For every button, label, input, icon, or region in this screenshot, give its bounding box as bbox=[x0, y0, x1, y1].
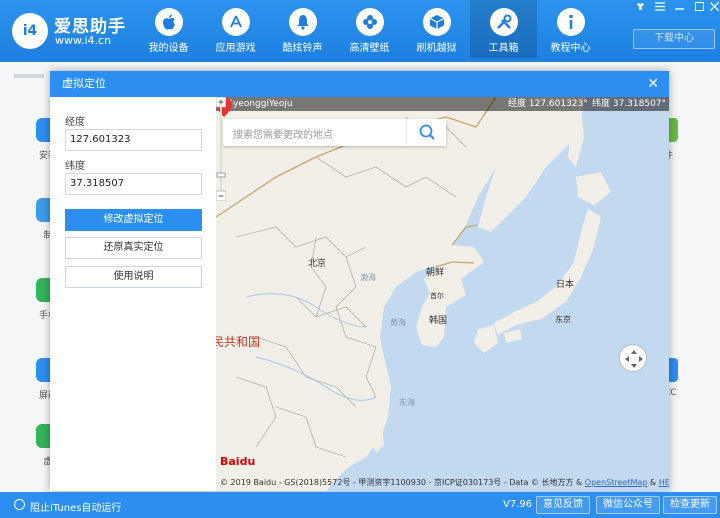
map-label-east-sea: 东海 bbox=[399, 398, 415, 407]
nav-ringtones[interactable]: 酷炫铃声 bbox=[269, 0, 336, 58]
nav-apps[interactable]: 应用游戏 bbox=[202, 0, 269, 58]
itunes-block-toggle[interactable] bbox=[14, 499, 25, 510]
wechat-button[interactable]: 微信公众号 bbox=[596, 496, 660, 514]
search-icon[interactable] bbox=[406, 119, 446, 146]
itunes-block-label[interactable]: 阻止iTunes自动运行 bbox=[30, 499, 121, 514]
map-search-box[interactable]: 搜索您需要更改的地点 bbox=[223, 119, 446, 146]
map-pan-control[interactable] bbox=[619, 344, 647, 372]
box-icon bbox=[422, 8, 451, 36]
dialog-title: 虚拟定位 bbox=[62, 77, 106, 90]
here-link[interactable]: HERE bbox=[659, 478, 669, 487]
close-window-icon[interactable] bbox=[709, 1, 720, 14]
blurred-device-name bbox=[14, 74, 44, 78]
location-panel: 经度 127.601323 纬度 37.318507 修改虚拟定位 还原真实定位… bbox=[50, 97, 216, 491]
restore-location-button[interactable]: 还原真实定位 bbox=[65, 237, 202, 259]
map-label-south-korea: 韩国 bbox=[429, 316, 448, 326]
close-icon[interactable]: ✕ bbox=[647, 71, 659, 97]
longitude-field[interactable]: 127.601323 bbox=[65, 129, 202, 151]
main-nav: 我的设备 应用游戏 酷炫铃声 高清壁纸 刷机越狱 工具箱 教程中心 bbox=[135, 0, 604, 62]
nav-label: 应用游戏 bbox=[215, 43, 256, 54]
map-view[interactable]: GyeonggiYeoju 经度 127.601323° 纬度 37.31850… bbox=[216, 97, 669, 491]
nav-wallpapers[interactable]: 高清壁纸 bbox=[336, 0, 403, 58]
tools-icon bbox=[489, 8, 518, 36]
openstreetmap-link[interactable]: OpenStreetMap bbox=[585, 478, 648, 487]
nav-flash-jailbreak[interactable]: 刷机越狱 bbox=[403, 0, 470, 58]
minimize-icon[interactable] bbox=[675, 2, 684, 14]
nav-tutorials[interactable]: 教程中心 bbox=[537, 0, 604, 58]
latitude-field[interactable]: 37.318507 bbox=[65, 173, 202, 195]
version-label: V7.96 bbox=[503, 499, 533, 510]
flower-icon bbox=[355, 8, 384, 36]
check-update-button[interactable]: 检查更新 bbox=[663, 496, 717, 514]
nav-label: 高清壁纸 bbox=[349, 43, 390, 54]
latitude-label: 纬度 bbox=[65, 161, 85, 172]
brand-url: www.i4.cn bbox=[55, 34, 112, 47]
skin-icon[interactable] bbox=[636, 2, 645, 14]
longitude-label: 经度 bbox=[65, 117, 85, 128]
nav-toolbox[interactable]: 工具箱 bbox=[470, 0, 537, 58]
map-label-china: 民共和国 bbox=[216, 335, 261, 349]
help-button[interactable]: 使用说明 bbox=[65, 266, 202, 288]
nav-label: 工具箱 bbox=[488, 43, 519, 54]
zoom-slider[interactable] bbox=[216, 97, 226, 201]
app-store-icon bbox=[221, 8, 250, 36]
search-placeholder: 搜索您需要更改的地点 bbox=[233, 130, 333, 141]
longitude-readout: 经度 127.601323° bbox=[508, 99, 588, 109]
nav-label: 酷炫铃声 bbox=[282, 43, 323, 54]
location-name: GyeonggiYeoju bbox=[226, 99, 293, 109]
status-bar: 阻止iTunes自动运行 V7.96 意见反馈 微信公众号 检查更新 bbox=[0, 492, 720, 518]
info-icon bbox=[556, 8, 585, 36]
virtual-location-dialog: 虚拟定位 ✕ 经度 127.601323 纬度 37.318507 修改虚拟定位… bbox=[50, 71, 669, 491]
modify-location-button[interactable]: 修改虚拟定位 bbox=[65, 209, 202, 231]
coordinate-readout-bar: GyeonggiYeoju 经度 127.601323° 纬度 37.31850… bbox=[216, 97, 669, 111]
download-center-button[interactable]: 下载中心 bbox=[633, 29, 715, 49]
map-label-seoul: 首尔 bbox=[430, 292, 444, 300]
i4-logo: i4 bbox=[12, 13, 48, 49]
latitude-readout: 纬度 37.318507° bbox=[592, 99, 667, 109]
nav-label: 我的设备 bbox=[148, 43, 189, 54]
maximize-icon[interactable] bbox=[695, 2, 704, 14]
nav-my-device[interactable]: 我的设备 bbox=[135, 0, 202, 58]
map-label-yellow-sea: 黄海 bbox=[390, 318, 406, 327]
menu-icon[interactable] bbox=[655, 2, 665, 14]
nav-label: 刷机越狱 bbox=[416, 43, 457, 54]
dialog-header: 虚拟定位 ✕ bbox=[50, 71, 669, 97]
baidu-logo: Baidu bbox=[220, 455, 256, 468]
map-label-japan: 日本 bbox=[556, 280, 575, 290]
map-label-beijing: 北京 bbox=[308, 259, 327, 269]
map-label-north-korea: 朝鲜 bbox=[426, 268, 445, 278]
apple-icon bbox=[154, 8, 183, 36]
map-label-tokyo: 东京 bbox=[555, 315, 571, 324]
top-header: i4 爱思助手 www.i4.cn 我的设备 应用游戏 酷炫铃声 高清壁纸 刷机… bbox=[0, 0, 720, 62]
map-label-bohai: 渤海 bbox=[360, 273, 376, 282]
map-copyright: © 2019 Baidu - GS(2018)5572号 - 甲测资字11009… bbox=[220, 477, 669, 488]
nav-label: 教程中心 bbox=[550, 43, 591, 54]
bell-icon bbox=[288, 8, 317, 36]
feedback-button[interactable]: 意见反馈 bbox=[536, 496, 590, 514]
